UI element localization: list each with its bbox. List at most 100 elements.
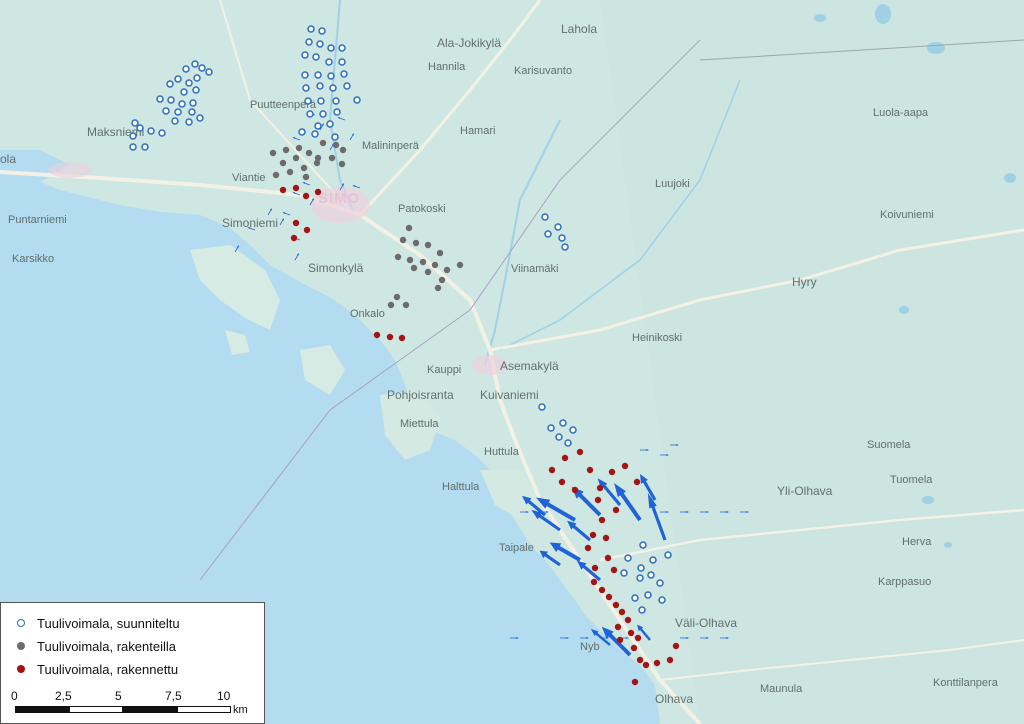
legend-item-planned: Tuulivoimala, suunniteltu (17, 613, 180, 633)
lake (927, 42, 945, 54)
planned-turbine-marker (174, 108, 182, 116)
planned-turbine-marker (664, 551, 672, 559)
planned-turbine-marker (166, 80, 174, 88)
built-turbine-marker (561, 454, 569, 462)
construction-turbine-marker (292, 154, 300, 162)
construction-turbine-marker (339, 146, 347, 154)
built-turbine-marker (279, 186, 287, 194)
built-turbine-marker (373, 331, 381, 339)
planned-turbine-marker (327, 72, 335, 80)
construction-turbine-marker (328, 154, 336, 162)
red-dot-icon (17, 665, 25, 673)
place-karisuvanto: Karisuvanto (514, 65, 572, 77)
planned-turbine-marker (162, 107, 170, 115)
planned-turbine-marker (158, 129, 166, 137)
place-karsikko: Karsikko (12, 253, 54, 265)
planned-turbine-marker (198, 64, 206, 72)
place-puntarniemi: Puntarniemi (8, 214, 67, 226)
construction-turbine-marker (424, 241, 432, 249)
construction-turbine-marker (443, 266, 451, 274)
construction-turbine-marker (431, 261, 439, 269)
built-turbine-marker (605, 593, 613, 601)
construction-turbine-marker (272, 171, 280, 179)
planned-turbine-marker (314, 122, 322, 130)
construction-turbine-marker (402, 301, 410, 309)
planned-turbine-marker (644, 591, 652, 599)
built-turbine-marker (584, 544, 592, 552)
built-turbine-marker (598, 516, 606, 524)
construction-turbine-marker (313, 159, 321, 167)
built-turbine-marker (596, 484, 604, 492)
planned-turbine-marker (302, 84, 310, 92)
construction-turbine-marker (456, 261, 464, 269)
built-turbine-marker (631, 678, 639, 686)
built-turbine-marker (612, 601, 620, 609)
built-turbine-marker (576, 448, 584, 456)
planned-turbine-marker (192, 86, 200, 94)
built-turbine-marker (314, 188, 322, 196)
built-turbine-marker (548, 466, 556, 474)
construction-turbine-marker (300, 164, 308, 172)
planned-turbine-marker (343, 82, 351, 90)
planned-turbine-marker (307, 25, 315, 33)
planned-turbine-marker (333, 108, 341, 116)
construction-turbine-marker (332, 141, 340, 149)
place-taipale: Taipale (499, 542, 534, 554)
place-patokoski: Patokoski (398, 203, 446, 215)
place-halttula: Halttula (442, 481, 480, 493)
planned-turbine-marker (314, 71, 322, 79)
construction-turbine-marker (295, 144, 303, 152)
planned-turbine-marker (316, 40, 324, 48)
built-turbine-marker (666, 656, 674, 664)
planned-turbine-marker (301, 51, 309, 59)
place-huttula: Huttula (484, 446, 520, 458)
built-turbine-marker (630, 644, 638, 652)
legend-label-under-construction: Tuulivoimala, rakenteilla (37, 638, 176, 654)
legend-label-built: Tuulivoimala, rakennettu (37, 661, 179, 677)
planned-turbine-marker (185, 79, 193, 87)
planned-turbine-marker (167, 96, 175, 104)
planned-turbine-marker (332, 97, 340, 105)
built-turbine-marker (610, 566, 618, 574)
planned-turbine-marker (136, 124, 144, 132)
construction-turbine-marker (436, 249, 444, 257)
legend-item-under-construction: Tuulivoimala, rakenteilla (17, 636, 176, 656)
built-turbine-marker (292, 184, 300, 192)
construction-turbine-marker (394, 253, 402, 261)
scale-tick-10: 10 (217, 689, 231, 703)
place-maunula: Maunula (760, 683, 803, 695)
planned-turbine-marker (178, 100, 186, 108)
built-turbine-marker (642, 661, 650, 669)
place-luola-aapa: Luola-aapa (873, 107, 929, 119)
legend-item-built: Tuulivoimala, rakennettu (17, 659, 178, 679)
construction-turbine-marker (319, 139, 327, 147)
construction-turbine-marker (338, 160, 346, 168)
built-turbine-marker (290, 234, 298, 242)
lake (944, 542, 952, 548)
scale-tick-5: 5 (115, 689, 122, 703)
place-kauppi: Kauppi (427, 364, 461, 376)
built-turbine-marker (586, 466, 594, 474)
scale-tick-2-5: 2,5 (55, 689, 72, 703)
place-yli-olhava: Yli-Olhava (777, 484, 833, 498)
place-herva: Herva (902, 536, 932, 548)
construction-turbine-marker (419, 258, 427, 266)
planned-turbine-marker (174, 75, 182, 83)
planned-turbine-marker (329, 84, 337, 92)
place-karppasuo: Karppasuo (878, 576, 931, 588)
planned-turbine-marker (569, 426, 577, 434)
planned-turbine-marker (637, 564, 645, 572)
planned-turbine-marker (631, 594, 639, 602)
construction-turbine-marker (279, 159, 287, 167)
construction-turbine-marker (387, 301, 395, 309)
planned-turbine-marker (311, 130, 319, 138)
place-olhava: Olhava (655, 692, 693, 706)
planned-turbine-marker (620, 569, 628, 577)
planned-turbine-marker (331, 133, 339, 141)
place-nyby: Nyb (580, 641, 600, 653)
lake (1004, 173, 1016, 183)
planned-turbine-marker (306, 110, 314, 118)
built-turbine-marker (302, 192, 310, 200)
planned-turbine-marker (305, 38, 313, 46)
legend-label-planned: Tuulivoimala, suunniteltu (37, 615, 180, 631)
